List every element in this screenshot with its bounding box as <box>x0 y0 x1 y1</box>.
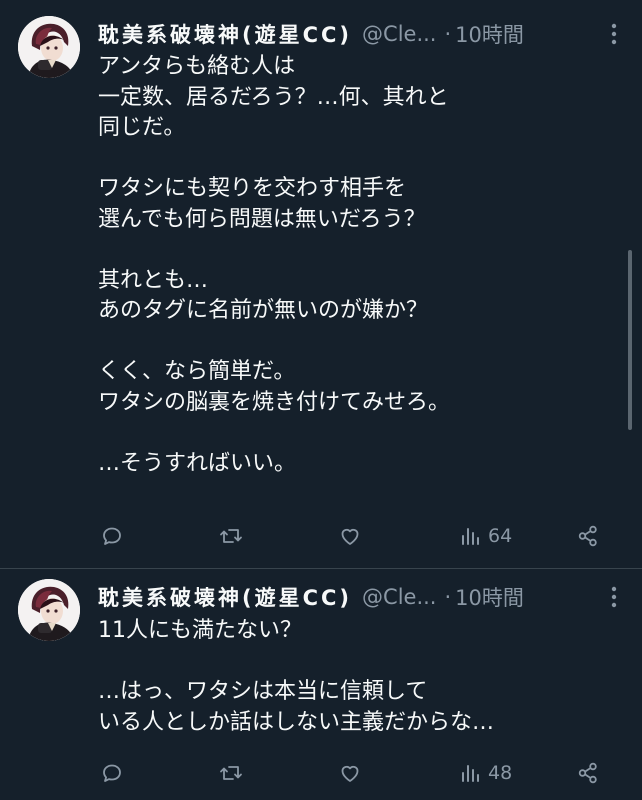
views-count: 48 <box>488 762 513 784</box>
tweet-header: 耽美系破壊神(遊星CC) @Cle... · 10時間 <box>98 581 628 613</box>
author-handle[interactable]: @Cle... <box>362 22 436 46</box>
reply-button[interactable] <box>100 756 124 790</box>
reply-icon <box>100 524 124 548</box>
like-button[interactable] <box>338 756 362 790</box>
author-handle[interactable]: @Cle... <box>362 585 436 609</box>
more-icon[interactable] <box>600 20 628 48</box>
reply-icon <box>100 761 124 785</box>
views-icon <box>460 761 482 785</box>
tweet-actions: 64 <box>98 519 618 553</box>
author-name[interactable]: 耽美系破壊神(遊星CC) <box>98 19 352 49</box>
share-icon <box>576 524 600 548</box>
more-icon[interactable] <box>600 583 628 611</box>
share-icon <box>576 761 600 785</box>
tweet-text: 11人にも満たない？ …はっ、ワタシは本当に信頼して いる人としか話はしない主義… <box>98 618 495 735</box>
retweet-button[interactable] <box>218 519 244 553</box>
timeline: 耽美系破壊神(遊星CC) @Cle... · 10時間 アンタらも絡む人は 一定… <box>0 0 642 800</box>
tweet[interactable]: 耽美系破壊神(遊星CC) @Cle... · 10時間 11人にも満たない？ …… <box>0 569 642 800</box>
reply-button[interactable] <box>100 519 124 553</box>
views-button[interactable]: 64 <box>460 519 512 553</box>
tweet-actions: 48 <box>98 756 618 790</box>
avatar[interactable] <box>18 16 80 78</box>
views-count: 64 <box>488 525 513 547</box>
share-button[interactable] <box>576 756 600 790</box>
like-icon <box>338 761 362 785</box>
avatar[interactable] <box>18 579 80 641</box>
scrollbar[interactable] <box>628 250 632 430</box>
share-button[interactable] <box>576 519 600 553</box>
like-button[interactable] <box>338 519 362 553</box>
separator-dot: · <box>444 585 452 609</box>
retweet-icon <box>218 761 244 785</box>
timestamp[interactable]: 10時間 <box>455 19 524 49</box>
views-button[interactable]: 48 <box>460 756 512 790</box>
tweet-header: 耽美系破壊神(遊星CC) @Cle... · 10時間 <box>98 18 628 50</box>
separator-dot: · <box>444 22 452 46</box>
retweet-icon <box>218 524 244 548</box>
like-icon <box>338 524 362 548</box>
retweet-button[interactable] <box>218 756 244 790</box>
views-icon <box>460 524 482 548</box>
tweet[interactable]: 耽美系破壊神(遊星CC) @Cle... · 10時間 アンタらも絡む人は 一定… <box>0 0 642 568</box>
author-name[interactable]: 耽美系破壊神(遊星CC) <box>98 582 352 612</box>
tweet-text: アンタらも絡む人は 一定数、居るだろう？…何、其れと 同じだ。 ワタシにも契りを… <box>98 54 451 476</box>
timestamp[interactable]: 10時間 <box>455 582 524 612</box>
